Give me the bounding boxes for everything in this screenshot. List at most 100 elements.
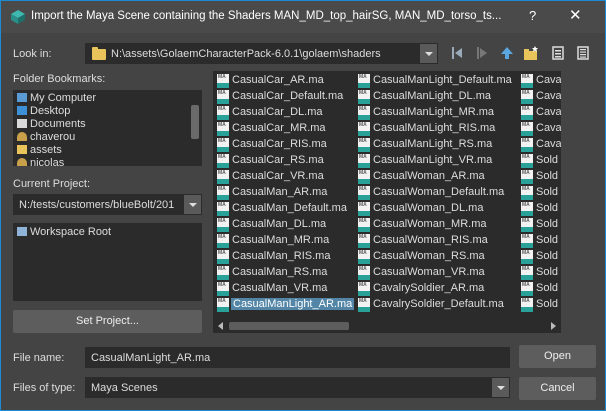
file-name-input[interactable]: CasualManLight_AR.ma	[85, 347, 510, 368]
file-list-hscrollbar[interactable]	[213, 319, 561, 333]
file-name: CasualManLight_RS.ma	[373, 138, 493, 150]
set-project-button[interactable]: Set Project...	[13, 310, 202, 333]
file-name: CasualMan_MR.ma	[232, 234, 330, 246]
open-button[interactable]: Open	[519, 345, 596, 368]
current-project-combo[interactable]: N:/tests/customers/blueBolt/201	[13, 194, 202, 215]
cancel-button[interactable]: Cancel	[519, 377, 596, 400]
current-project-label: Current Project:	[13, 178, 91, 190]
scrollbar-thumb[interactable]	[191, 105, 199, 139]
maya-file-icon: MA	[358, 298, 370, 312]
file-name: CasualMan_Default.ma	[232, 202, 347, 214]
bookmark-documents[interactable]: Documents	[17, 118, 86, 131]
file-name: CasualWoman_RIS.ma	[373, 234, 488, 246]
chevron-down-icon[interactable]	[492, 378, 509, 397]
file-name: CasualMan_AR.ma	[232, 186, 328, 198]
desktop-icon	[17, 106, 27, 115]
maya-file-icon: MA	[521, 234, 533, 248]
bookmark-assets[interactable]: assets	[17, 144, 62, 157]
maya-file-icon: MA	[358, 90, 370, 104]
bookmark-desktop[interactable]: Desktop	[17, 105, 70, 118]
maya-file-icon: MA	[521, 218, 533, 232]
maya-file-icon: MA	[358, 106, 370, 120]
file-name: CasualMan_RS.ma	[232, 266, 328, 278]
import-dialog: Import the Maya Scene containing the Sha…	[0, 0, 606, 411]
file-name: Cava	[536, 74, 561, 86]
new-folder-icon[interactable]	[523, 45, 539, 61]
up-folder-icon[interactable]	[499, 45, 515, 61]
maya-file-icon: MA	[217, 282, 229, 296]
chevron-down-icon[interactable]	[420, 44, 437, 63]
maya-file-icon: MA	[358, 266, 370, 280]
look-in-combo[interactable]: N:\assets\GolaemCharacterPack-6.0.1\gola…	[85, 43, 438, 64]
bookmark-my-computer[interactable]: My Computer	[17, 92, 96, 105]
scrollbar-thumb[interactable]	[229, 322, 349, 330]
file-name: CasualCar_VR.ma	[232, 170, 324, 182]
maya-file-icon: MA	[217, 234, 229, 248]
file-name-label: File name:	[13, 352, 65, 364]
maya-file-icon: MA	[521, 154, 533, 168]
scroll-left-icon[interactable]	[218, 322, 223, 330]
maya-file-icon: MA	[358, 154, 370, 168]
file-name: CasualManLight_MR.ma	[373, 106, 495, 118]
computer-icon	[17, 93, 27, 102]
file-name: CasualMan_DL.ma	[232, 218, 327, 230]
maya-file-icon: MA	[521, 282, 533, 296]
forward-icon[interactable]	[475, 45, 491, 61]
scroll-right-icon[interactable]	[551, 322, 556, 330]
maya-file-icon: MA	[521, 202, 533, 216]
bookmark-chaverou[interactable]: chaverou	[17, 131, 75, 144]
file-name: Sold	[536, 250, 559, 262]
maya-file-icon: MA	[358, 234, 370, 248]
maya-file-icon: MA	[217, 202, 229, 216]
maya-file-icon: MA	[358, 186, 370, 200]
workspace-root-item[interactable]: Workspace Root	[17, 226, 111, 239]
maya-file-icon: MA	[521, 298, 533, 312]
file-name: CavalrySoldier_Default.ma	[373, 298, 504, 310]
back-icon[interactable]	[450, 45, 466, 61]
maya-file-icon: MA	[358, 74, 370, 88]
maya-file-icon: MA	[217, 266, 229, 280]
maya-file-icon: MA	[521, 186, 533, 200]
maya-file-icon: MA	[217, 170, 229, 184]
file-name-value: CasualManLight_AR.ma	[91, 352, 211, 364]
maya-file-icon: MA	[521, 170, 533, 184]
file-name: CasualMan_VR.ma	[232, 282, 328, 294]
maya-file-icon: MA	[217, 138, 229, 152]
maya-file-icon: MA	[358, 170, 370, 184]
file-name: Sold	[536, 218, 559, 230]
look-in-label: Look in:	[13, 48, 52, 60]
file-name: CasualMan_RIS.ma	[232, 250, 331, 262]
maya-file-icon: MA	[217, 90, 229, 104]
maya-file-icon: MA	[358, 202, 370, 216]
maya-file-icon: MA	[217, 186, 229, 200]
bookmark-nicolas[interactable]: nicolas	[17, 157, 64, 166]
close-button[interactable]: ✕	[569, 6, 582, 24]
detail-view-icon[interactable]	[575, 45, 591, 61]
current-project-value: N:/tests/customers/blueBolt/201	[19, 199, 175, 211]
file-name: CasualWoman_MR.ma	[373, 218, 487, 230]
bookmarks-list: My Computer Desktop Documents chaverou a…	[13, 90, 202, 166]
file-name: CasualManLight_VR.ma	[373, 154, 493, 166]
file-name: Cava	[536, 90, 561, 102]
files-of-type-combo[interactable]: Maya Scenes	[85, 377, 510, 398]
bookmarks-scrollbar[interactable]	[189, 91, 201, 165]
folder-icon	[92, 47, 106, 60]
file-name: CasualManLight_RIS.ma	[373, 122, 496, 134]
maya-file-icon: MA	[217, 154, 229, 168]
help-button[interactable]: ?	[529, 8, 536, 23]
maya-file-icon: MA	[521, 74, 533, 88]
list-view-icon[interactable]	[550, 45, 566, 61]
chevron-down-icon[interactable]	[184, 195, 201, 214]
maya-file-icon: MA	[521, 106, 533, 120]
maya-file-icon: MA	[358, 138, 370, 152]
file-name: CasualWoman_Default.ma	[373, 186, 505, 198]
file-name: Sold	[536, 154, 559, 166]
file-name: CasualWoman_AR.ma	[373, 170, 485, 182]
maya-file-icon: MA	[358, 218, 370, 232]
file-name: CasualManLight_Default.ma	[373, 74, 512, 86]
file-name: CasualCar_MR.ma	[232, 122, 326, 134]
maya-file-icon: MA	[217, 218, 229, 232]
file-name: CasualWoman_VR.ma	[373, 266, 485, 278]
file-name: Cava	[536, 138, 561, 150]
window-title: Import the Maya Scene containing the Sha…	[31, 10, 502, 22]
